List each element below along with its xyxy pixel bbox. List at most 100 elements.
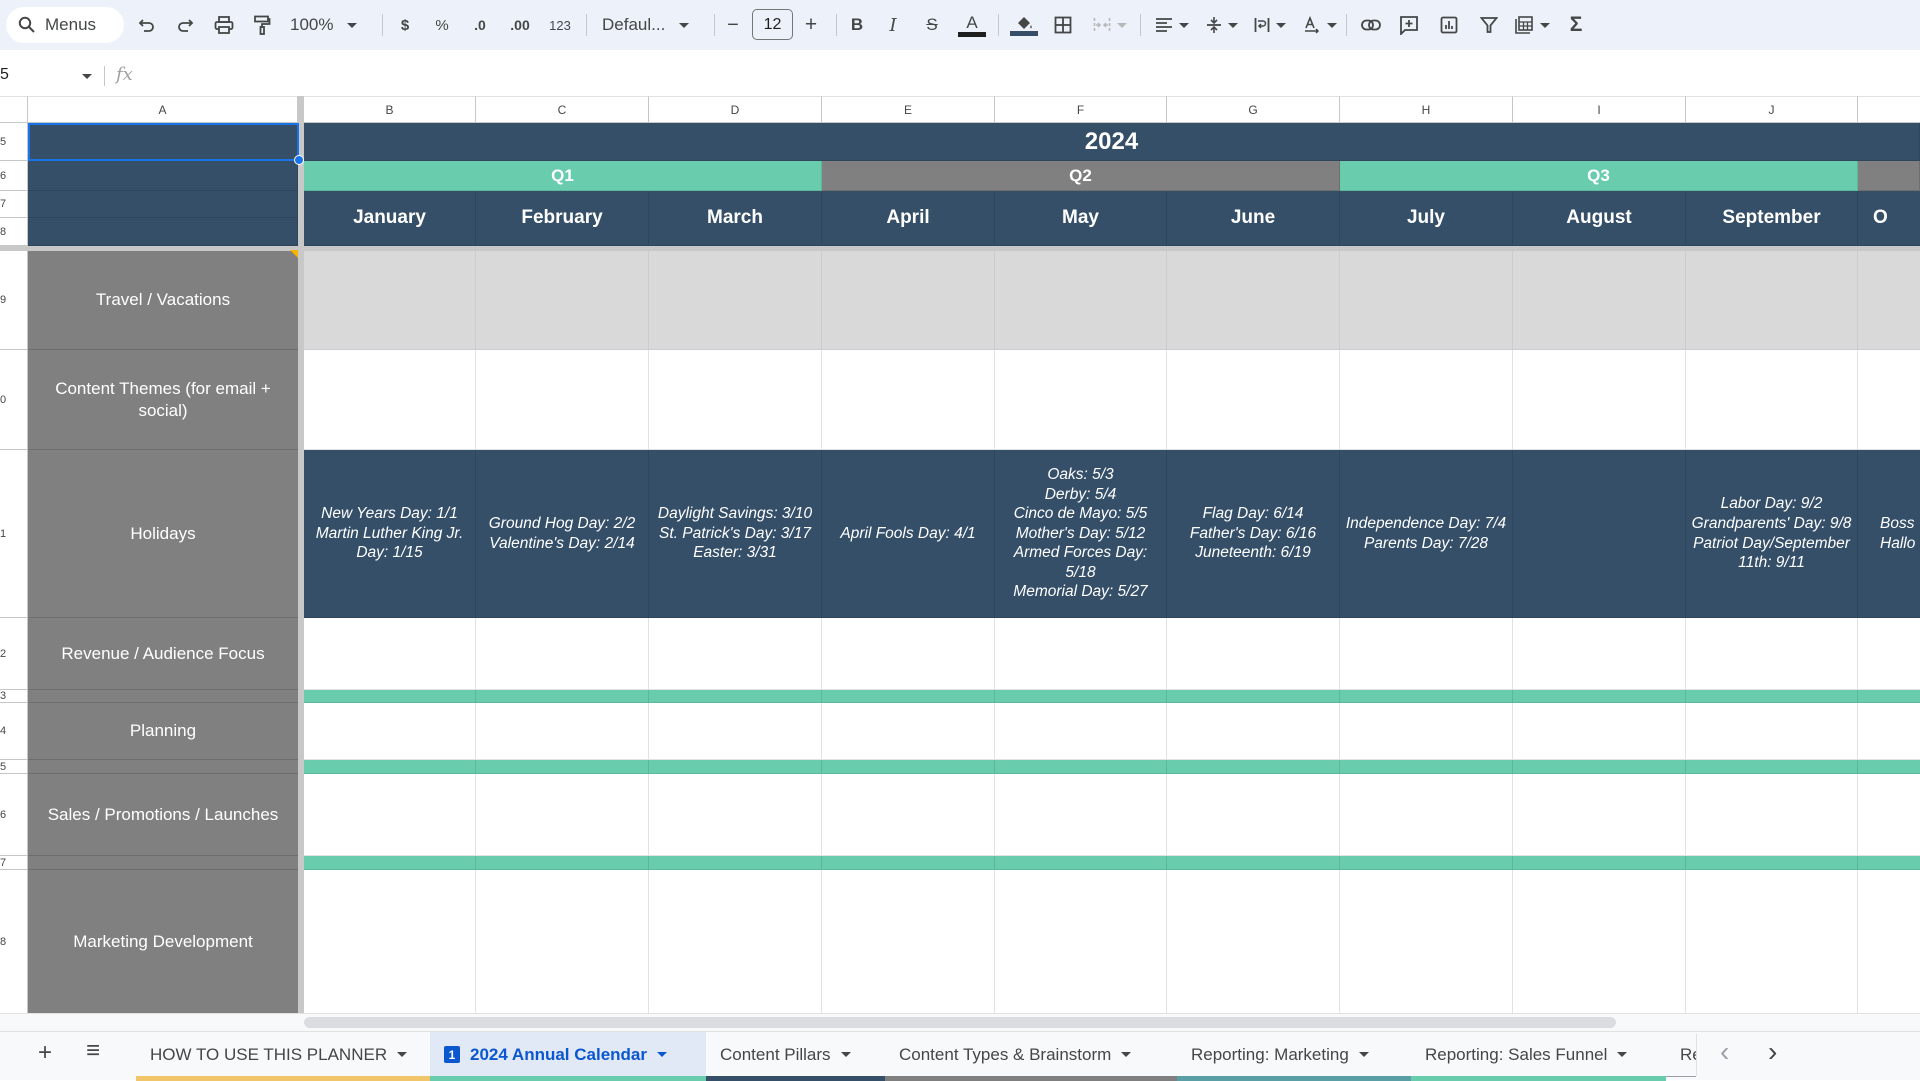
column-header[interactable]: D <box>649 96 822 123</box>
zoom-select[interactable]: 100% <box>290 9 366 41</box>
corner-cell-quarter[interactable] <box>28 161 298 191</box>
quarter-header[interactable]: Q2 <box>822 161 1340 191</box>
month-header[interactable]: May <box>995 191 1167 246</box>
travel-cell[interactable] <box>1167 251 1340 350</box>
sales-cell[interactable] <box>822 774 995 856</box>
month-header[interactable]: July <box>1340 191 1513 246</box>
marketing-dev-cell[interactable] <box>1513 870 1686 1015</box>
holiday-cell[interactable]: Daylight Savings: 3/10 St. Patrick's Day… <box>649 450 822 618</box>
marketing-dev-cell[interactable] <box>822 870 995 1015</box>
redo-button[interactable] <box>174 9 196 41</box>
merge-cells-button[interactable] <box>1090 9 1130 41</box>
month-header[interactable]: April <box>822 191 995 246</box>
paint-format-button[interactable] <box>250 9 274 41</box>
currency-format-button[interactable]: $ <box>396 9 414 41</box>
chevron-down-icon[interactable] <box>397 1052 408 1057</box>
freeze-column-divider[interactable] <box>298 96 304 1016</box>
travel-cell[interactable] <box>476 251 649 350</box>
column-header[interactable]: H <box>1340 96 1513 123</box>
freeze-row-divider[interactable] <box>0 246 1920 251</box>
planning-cell[interactable] <box>995 703 1167 760</box>
content-theme-cell[interactable] <box>822 350 995 450</box>
sales-cell[interactable] <box>1167 774 1340 856</box>
text-wrapping-button[interactable] <box>1252 9 1288 41</box>
planning-cell[interactable] <box>1340 703 1513 760</box>
insert-link-button[interactable] <box>1360 9 1382 41</box>
borders-button[interactable] <box>1052 9 1074 41</box>
add-sheet-button[interactable]: + <box>38 1039 52 1067</box>
planning-cell[interactable] <box>822 703 995 760</box>
chevron-down-icon[interactable] <box>1358 1052 1369 1057</box>
column-header[interactable]: B <box>304 96 476 123</box>
text-rotation-button[interactable] <box>1302 9 1338 41</box>
more-formats-button[interactable]: 123 <box>546 9 574 41</box>
month-header[interactable]: August <box>1513 191 1686 246</box>
chevron-down-icon[interactable] <box>657 1052 667 1057</box>
travel-cell[interactable] <box>304 251 476 350</box>
month-header[interactable]: O <box>1858 191 1920 246</box>
name-box-dropdown-icon[interactable] <box>82 74 92 79</box>
undo-button[interactable] <box>136 9 158 41</box>
marketing-dev-cell[interactable] <box>1686 870 1858 1015</box>
travel-cell[interactable] <box>822 251 995 350</box>
sheet-tab[interactable]: Content Pillars <box>706 1032 885 1081</box>
travel-cell[interactable] <box>995 251 1167 350</box>
content-theme-cell[interactable] <box>1858 350 1920 450</box>
marketing-dev-cell[interactable] <box>649 870 822 1015</box>
content-theme-cell[interactable] <box>476 350 649 450</box>
row-header[interactable]: 7 <box>0 191 28 218</box>
bold-button[interactable]: B <box>848 9 866 41</box>
menus-search[interactable]: Menus <box>6 7 124 43</box>
vertical-align-button[interactable] <box>1204 9 1240 41</box>
marketing-dev-cell[interactable] <box>1858 870 1920 1015</box>
holiday-cell[interactable]: Flag Day: 6/14 Father's Day: 6/16 Junete… <box>1167 450 1340 618</box>
sales-cell[interactable] <box>1686 774 1858 856</box>
month-header[interactable]: February <box>476 191 649 246</box>
column-header[interactable]: E <box>822 96 995 123</box>
percent-format-button[interactable]: % <box>432 9 452 41</box>
chevron-down-icon[interactable] <box>840 1052 851 1057</box>
chevron-down-icon[interactable] <box>1121 1052 1132 1057</box>
content-theme-cell[interactable] <box>1513 350 1686 450</box>
holiday-cell[interactable]: Boss Hallo <box>1858 450 1920 618</box>
column-header[interactable] <box>1858 96 1920 123</box>
text-color-button[interactable]: A <box>958 9 986 41</box>
row-header[interactable]: 0 <box>0 350 28 450</box>
sheet-tab[interactable]: 1 2024 Annual Calendar <box>430 1032 706 1081</box>
all-sheets-button[interactable]: ≡ <box>86 1037 100 1065</box>
planning-cell[interactable] <box>1167 703 1340 760</box>
font-size-input[interactable]: 12 <box>752 9 793 40</box>
insert-comment-button[interactable] <box>1398 9 1420 41</box>
row-label-spacer[interactable] <box>28 690 298 703</box>
select-all-corner[interactable] <box>0 96 28 123</box>
name-box[interactable]: 5 <box>0 66 9 84</box>
year-header[interactable]: 2024 <box>304 123 1920 161</box>
sales-cell[interactable] <box>649 774 822 856</box>
holiday-cell[interactable]: Independence Day: 7/4 Parents Day: 7/28 <box>1340 450 1513 618</box>
row-header[interactable]: 8 <box>0 218 28 246</box>
marketing-dev-cell[interactable] <box>995 870 1167 1015</box>
corner-cell-month[interactable] <box>28 191 298 218</box>
planning-cell[interactable] <box>1513 703 1686 760</box>
planning-cell[interactable] <box>304 703 476 760</box>
chevron-down-icon[interactable] <box>1617 1052 1628 1057</box>
content-theme-cell[interactable] <box>1167 350 1340 450</box>
increase-font-size-button[interactable]: + <box>802 9 820 41</box>
row-header[interactable]: 4 <box>0 703 28 760</box>
travel-cell[interactable] <box>1686 251 1858 350</box>
row-header[interactable]: 2 <box>0 618 28 690</box>
row-header[interactable]: 8 <box>0 870 28 1015</box>
column-header[interactable]: J <box>1686 96 1858 123</box>
planning-cell[interactable] <box>1858 703 1920 760</box>
sales-cell[interactable] <box>476 774 649 856</box>
row-label-sales[interactable]: Sales / Promotions / Launches <box>28 774 298 856</box>
horizontal-scrollbar[interactable] <box>304 1017 1616 1028</box>
row-header[interactable]: 6 <box>0 774 28 856</box>
cell-note-indicator[interactable] <box>290 250 298 258</box>
quarter-header[interactable] <box>1858 161 1920 191</box>
holiday-cell[interactable] <box>1513 450 1686 618</box>
sales-cell[interactable] <box>1858 774 1920 856</box>
revenue-cell[interactable] <box>1686 618 1858 690</box>
month-header[interactable]: March <box>649 191 822 246</box>
row-header[interactable]: 7 <box>0 856 28 870</box>
